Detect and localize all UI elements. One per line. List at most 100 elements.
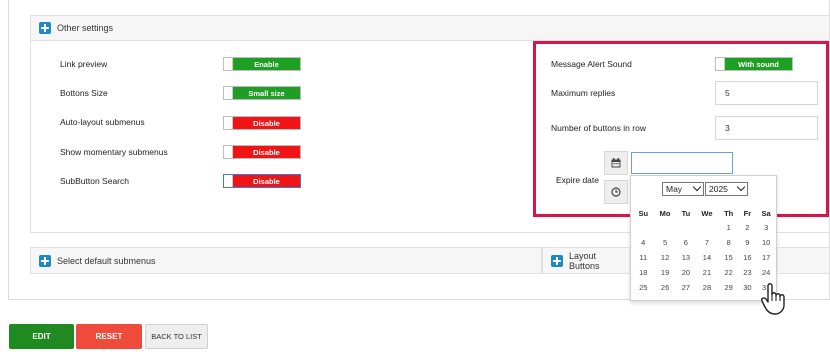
day-cell[interactable]: 21	[695, 265, 719, 280]
toggle-value: Enable	[233, 58, 300, 70]
day-cell[interactable]: 5	[654, 235, 677, 250]
day-cell[interactable]: 2	[738, 220, 756, 235]
momentary-submenus-toggle[interactable]: Disable	[223, 145, 301, 159]
setting-label-subbutton-search: SubButton Search	[60, 176, 129, 186]
toggle-value: Disable	[233, 146, 300, 158]
day-cell[interactable]: 3	[756, 220, 776, 235]
day-cell[interactable]: 22	[719, 265, 739, 280]
toggle-knob	[716, 58, 725, 70]
year-select[interactable]: 2025	[705, 182, 748, 196]
day-cell[interactable]: 30	[738, 280, 756, 295]
reset-button[interactable]: RESET	[76, 324, 142, 349]
calendar-grid: Su Mo Tu We Th Fr Sa 1 2 3 4 5 6 7 8 9 1…	[633, 206, 776, 295]
day-cell[interactable]: 12	[654, 250, 677, 265]
back-to-list-button[interactable]: BACK TO LIST	[145, 324, 208, 349]
day-cell[interactable]: 8	[719, 235, 739, 250]
weekday-header-row: Su Mo Tu We Th Fr Sa	[633, 206, 776, 220]
day-cell[interactable]: 10	[756, 235, 776, 250]
day-cell[interactable]: 26	[654, 280, 677, 295]
day-cell	[695, 220, 719, 235]
weekday-label: Sa	[761, 208, 771, 218]
weekday-label: Tu	[681, 208, 691, 218]
chevron-down-icon	[692, 182, 702, 192]
subbutton-search-toggle[interactable]: Disable	[223, 174, 301, 188]
layout-buttons-title: Layout Buttons	[569, 250, 600, 271]
day-cell[interactable]: 1	[719, 220, 739, 235]
datepicker-popup: May 2025 Su Mo Tu We Th Fr Sa 1 2 3 4 5 …	[630, 175, 777, 301]
layout-buttons-header-right	[777, 247, 830, 274]
buttons-in-row-input[interactable]: 3	[715, 116, 818, 140]
toggle-knob	[224, 58, 233, 70]
setting-label-buttons-size: Bottons Size	[60, 88, 108, 98]
link-preview-toggle[interactable]: Enable	[223, 57, 301, 71]
toggle-value: With sound	[725, 58, 792, 70]
setting-label-link-preview: Link preview	[60, 59, 108, 69]
weekday-label: Su	[638, 208, 649, 218]
month-select-value: May	[666, 184, 683, 194]
month-select[interactable]: May	[662, 182, 704, 196]
day-cell[interactable]: 25	[633, 280, 654, 295]
chevron-down-icon	[736, 182, 746, 192]
day-cell[interactable]: 29	[719, 280, 739, 295]
day-cell[interactable]: 11	[633, 250, 654, 265]
day-cell[interactable]: 15	[719, 250, 739, 265]
buttons-size-toggle[interactable]: Small size	[223, 86, 301, 100]
weekday-label: Th	[724, 208, 734, 218]
day-cell[interactable]: 27	[677, 280, 695, 295]
year-select-value: 2025	[709, 184, 728, 194]
toggle-knob	[224, 117, 233, 129]
day-cell	[633, 220, 654, 235]
toggle-value: Disable	[233, 175, 300, 187]
toggle-knob	[224, 87, 233, 99]
day-cell	[677, 220, 695, 235]
calendar-icon[interactable]	[604, 151, 628, 175]
max-replies-input[interactable]: 5	[715, 81, 818, 105]
clock-icon[interactable]	[604, 180, 628, 204]
day-cell[interactable]: 13	[677, 250, 695, 265]
day-cell[interactable]: 23	[738, 265, 756, 280]
expire-date-label: Expire date	[556, 175, 599, 185]
setting-label-auto-layout: Auto-layout submenus	[60, 117, 145, 127]
weekday-label: Mo	[659, 208, 671, 218]
other-settings-header[interactable]: Other settings	[30, 15, 830, 41]
toggle-value: Disable	[233, 117, 300, 129]
toggle-knob	[224, 146, 233, 158]
day-cell[interactable]: 19	[654, 265, 677, 280]
day-cell[interactable]: 6	[677, 235, 695, 250]
other-settings-title: Other settings	[57, 23, 114, 33]
day-cell[interactable]: 20	[677, 265, 695, 280]
day-cell[interactable]: 24	[756, 265, 776, 280]
alert-sound-toggle[interactable]: With sound	[715, 57, 793, 71]
weekday-label: We	[701, 208, 713, 218]
weekday-label: Fr	[743, 208, 752, 218]
layout-buttons-header[interactable]: Layout Buttons	[542, 247, 630, 274]
day-cell[interactable]: 4	[633, 235, 654, 250]
expand-plus-icon	[551, 254, 563, 267]
default-submenus-title: Select default submenus	[57, 255, 156, 266]
week-row: 18 19 20 21 22 23 24	[633, 265, 776, 280]
toggle-value: Small size	[233, 87, 300, 99]
setting-label-momentary-submenus: Show momentary submenus	[60, 147, 168, 157]
day-cell[interactable]: 14	[695, 250, 719, 265]
week-row: 25 26 27 28 29 30 31	[633, 280, 776, 295]
edit-button[interactable]: EDIT	[9, 324, 74, 349]
max-replies-label: Maximum replies	[551, 88, 616, 98]
day-cell[interactable]: 7	[695, 235, 719, 250]
day-cell[interactable]: 18	[633, 265, 654, 280]
day-cell[interactable]: 16	[738, 250, 756, 265]
expire-date-input[interactable]	[631, 152, 733, 174]
week-row: 1 2 3	[633, 220, 776, 235]
expand-plus-icon	[39, 22, 51, 34]
day-cell[interactable]: 28	[695, 280, 719, 295]
default-submenus-header[interactable]: Select default submenus	[30, 247, 542, 274]
day-cell[interactable]: 9	[738, 235, 756, 250]
toggle-knob	[224, 175, 233, 187]
day-cell[interactable]: 17	[756, 250, 776, 265]
alert-sound-label: Message Alert Sound	[551, 59, 632, 69]
hand-cursor-icon	[758, 280, 794, 316]
week-row: 4 5 6 7 8 9 10	[633, 235, 776, 250]
auto-layout-toggle[interactable]: Disable	[223, 116, 301, 130]
day-cell	[654, 220, 677, 235]
expand-plus-icon	[39, 254, 51, 267]
buttons-in-row-label: Number of buttons in row	[551, 123, 646, 133]
